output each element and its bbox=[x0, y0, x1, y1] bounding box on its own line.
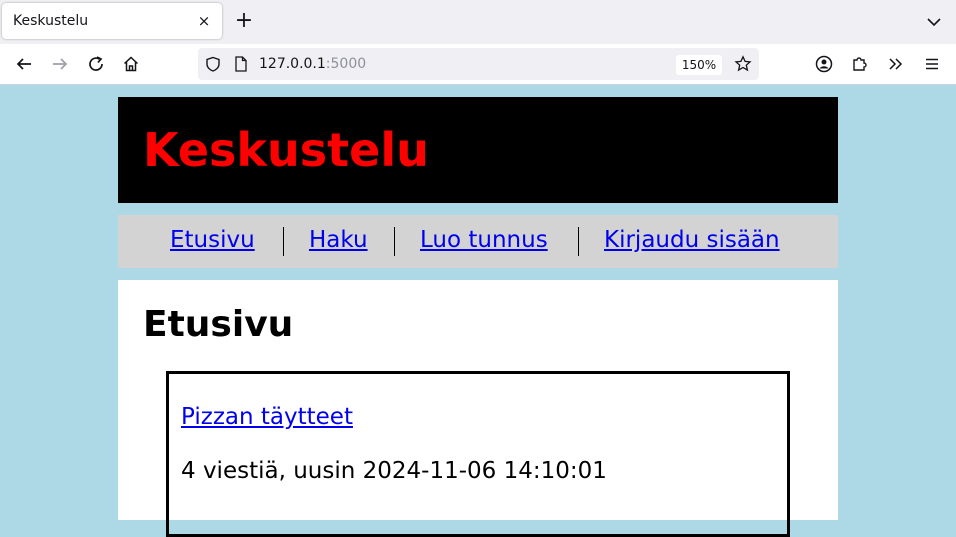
site-nav: Etusivu Haku Luo tunnus Kirjaudu sisään bbox=[118, 215, 838, 268]
more-tools-button[interactable] bbox=[884, 52, 908, 76]
nav-link-haku[interactable]: Haku bbox=[309, 227, 368, 253]
tab-close-icon[interactable]: × bbox=[194, 11, 214, 31]
thread-info: 4 viestiä, uusin 2024-11-06 14:10:01 bbox=[181, 458, 607, 484]
hamburger-icon bbox=[926, 58, 938, 70]
back-arrow-icon bbox=[16, 58, 31, 70]
nav-divider bbox=[283, 227, 284, 256]
puzzle-icon bbox=[853, 57, 867, 71]
site-header: Keskustelu bbox=[118, 97, 838, 203]
shield-icon[interactable] bbox=[205, 56, 221, 72]
back-button[interactable] bbox=[12, 52, 36, 76]
list-all-tabs-button[interactable] bbox=[924, 12, 944, 32]
url-host: 127.0.0.1 bbox=[259, 56, 326, 72]
tab-bar: Keskustelu × + bbox=[0, 0, 956, 44]
url-bar[interactable]: 127.0.0.1:5000 150% bbox=[198, 48, 759, 80]
page-container: Keskustelu Etusivu Haku Luo tunnus Kirja… bbox=[118, 97, 838, 537]
url-port: :5000 bbox=[325, 56, 367, 72]
account-button[interactable] bbox=[812, 52, 836, 76]
thread-link[interactable]: Pizzan täytteet bbox=[181, 404, 353, 430]
nav-divider bbox=[578, 227, 579, 256]
home-button[interactable] bbox=[119, 52, 143, 76]
navigation-toolbar: 127.0.0.1:5000 150% bbox=[0, 44, 956, 84]
page-title: Etusivu bbox=[143, 304, 294, 345]
double-chevron-right-icon bbox=[889, 58, 903, 70]
url-text[interactable]: 127.0.0.1:5000 bbox=[259, 56, 366, 72]
zoom-level-button[interactable]: 150% bbox=[676, 55, 722, 75]
account-icon bbox=[815, 55, 833, 73]
nav-link-kirjaudu-sisaan[interactable]: Kirjaudu sisään bbox=[604, 227, 780, 253]
site-title: Keskustelu bbox=[143, 123, 429, 177]
forward-arrow-icon bbox=[53, 58, 68, 70]
new-tab-button[interactable]: + bbox=[232, 10, 256, 34]
page-icon[interactable] bbox=[234, 56, 248, 72]
tab-keskustelu[interactable]: Keskustelu × bbox=[2, 3, 222, 39]
menu-button[interactable] bbox=[920, 52, 944, 76]
reload-icon bbox=[89, 56, 103, 71]
reload-button[interactable] bbox=[84, 52, 108, 76]
star-icon[interactable] bbox=[734, 55, 752, 73]
extensions-button[interactable] bbox=[848, 52, 872, 76]
nav-link-etusivu[interactable]: Etusivu bbox=[170, 227, 255, 253]
browser-chrome: Keskustelu × + 127.0.0.1:5000 150% bbox=[0, 0, 956, 85]
main-content: Etusivu Pizzan täytteet 4 viestiä, uusin… bbox=[118, 280, 838, 537]
tab-title: Keskustelu bbox=[13, 13, 89, 29]
nav-divider bbox=[394, 227, 395, 256]
nav-link-luo-tunnus[interactable]: Luo tunnus bbox=[420, 227, 548, 253]
chevron-down-icon bbox=[927, 18, 941, 27]
home-icon bbox=[123, 56, 139, 72]
thread-card: Pizzan täytteet 4 viestiä, uusin 2024-11… bbox=[166, 371, 790, 537]
forward-button[interactable] bbox=[48, 52, 72, 76]
